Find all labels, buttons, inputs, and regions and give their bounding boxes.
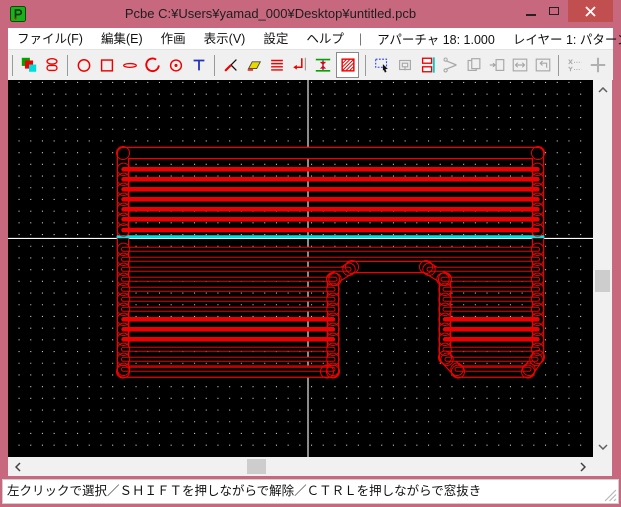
close-icon (585, 5, 596, 17)
toolbar-separator (556, 54, 561, 76)
undo-button[interactable] (533, 53, 552, 77)
toolbar-separator (10, 54, 15, 76)
menu-separator: | (358, 31, 363, 46)
toolbar-separator (65, 54, 70, 76)
select-marquee-icon (374, 58, 388, 73)
hatch-fill-icon (340, 58, 355, 72)
terminal-button[interactable] (290, 53, 309, 77)
scroll-down-button[interactable] (593, 439, 612, 455)
via-button[interactable] (313, 53, 332, 77)
horizontal-scroll-thumb[interactable] (247, 459, 266, 474)
layer-indicator: レイヤー 1: パターン-A (512, 33, 621, 47)
status-text: 左クリックで選択／ＳＨＩＦＴを押しながらで解除／ＣＴＲＬを押しながらで窓抜き (7, 484, 482, 498)
flip-icon (421, 57, 435, 73)
cut-line-icon (223, 59, 237, 72)
vertical-scrollbar[interactable] (593, 80, 612, 457)
cut-button[interactable] (441, 53, 460, 77)
chevron-right-icon (580, 461, 586, 472)
resize-width-button[interactable] (510, 53, 529, 77)
chevron-down-icon (597, 444, 608, 450)
draw-text-button[interactable] (189, 53, 208, 77)
rectangle-icon (100, 59, 113, 72)
eraser-button[interactable] (244, 53, 263, 77)
minimize-icon (526, 14, 536, 16)
maximize-icon (549, 7, 559, 15)
select-button[interactable] (372, 53, 391, 77)
draw-line-button[interactable] (120, 53, 139, 77)
pcb-canvas[interactable] (8, 80, 593, 457)
line-icon (122, 62, 137, 68)
maximize-button[interactable] (543, 0, 565, 22)
coords-button[interactable] (565, 53, 584, 77)
pad-icon (169, 59, 182, 72)
scroll-up-button[interactable] (593, 82, 612, 98)
scrollbar-corner (593, 457, 612, 476)
xy-coords-icon (567, 59, 581, 72)
resize-grip-icon[interactable] (603, 488, 617, 502)
minimize-button[interactable] (520, 0, 542, 22)
paste-icon (489, 59, 504, 71)
pcb-drawing (8, 80, 593, 457)
hatch-fill-button[interactable] (336, 52, 359, 78)
pcbe-window: Pcbe C:¥Users¥yamad_000¥Desktop¥untitled… (0, 0, 621, 507)
scissors-icon (442, 57, 457, 73)
statusbar: 左クリックで選択／ＳＨＩＦＴを押しながらで解除／ＣＴＲＬを押しながらで窓抜き (2, 479, 619, 504)
toolbar-separator (212, 54, 217, 76)
cross-icon (590, 57, 605, 73)
paste-button[interactable] (487, 53, 506, 77)
titlebar: Pcbe C:¥Users¥yamad_000¥Desktop¥untitled… (0, 0, 621, 28)
chevron-up-icon (597, 87, 608, 93)
chevron-left-icon (15, 461, 21, 472)
menubar: ファイル(F) 編集(E) 作画 表示(V) 設定 ヘルプ | アパーチャ 18… (8, 28, 621, 50)
toolbar (8, 50, 613, 80)
cut-line-button[interactable] (221, 53, 240, 77)
draw-pad-button[interactable] (166, 53, 185, 77)
width-arrows-icon (512, 58, 527, 72)
copy-icon (467, 58, 480, 71)
menu-help[interactable]: ヘルプ (297, 28, 353, 50)
toolbar-separator (611, 55, 613, 76)
aperture-indicator: アパーチャ 18: 1.000 (377, 33, 495, 47)
menu-settings[interactable]: 設定 (254, 28, 297, 50)
text-icon (193, 59, 204, 71)
undo-icon (535, 58, 550, 72)
toolbar-separator (363, 54, 368, 76)
duplicate-button[interactable] (395, 53, 414, 77)
draw-arc-button[interactable] (143, 53, 162, 77)
cross-button[interactable] (588, 53, 607, 77)
copy-button[interactable] (464, 53, 483, 77)
flip-button[interactable] (418, 53, 437, 77)
aperture-icon (45, 58, 58, 72)
horizontal-scrollbar[interactable] (8, 457, 593, 476)
layers-icon (21, 57, 36, 72)
close-button[interactable] (568, 0, 613, 22)
hatch-lines-icon (270, 59, 283, 71)
menu-view[interactable]: 表示(V) (195, 28, 255, 50)
aperture-button[interactable] (42, 53, 61, 77)
menu-draw[interactable]: 作画 (152, 28, 195, 50)
hatch-lines-button[interactable] (267, 53, 286, 77)
draw-circle-button[interactable] (74, 53, 93, 77)
menu-file[interactable]: ファイル(F) (8, 28, 92, 50)
via-icon (315, 58, 330, 72)
layers-button[interactable] (19, 53, 38, 77)
app-icon (10, 6, 26, 22)
menu-edit[interactable]: 編集(E) (92, 28, 152, 50)
circle-icon (77, 59, 90, 72)
terminal-icon (292, 57, 306, 71)
scroll-left-button[interactable] (10, 457, 26, 476)
window-title: Pcbe C:¥Users¥yamad_000¥Desktop¥untitled… (124, 6, 417, 21)
vertical-scroll-thumb[interactable] (595, 270, 610, 292)
arc-icon (144, 57, 160, 72)
duplicate-icon (398, 59, 411, 71)
draw-rect-button[interactable] (97, 53, 116, 77)
scroll-right-button[interactable] (575, 457, 591, 476)
eraser-icon (247, 61, 261, 71)
